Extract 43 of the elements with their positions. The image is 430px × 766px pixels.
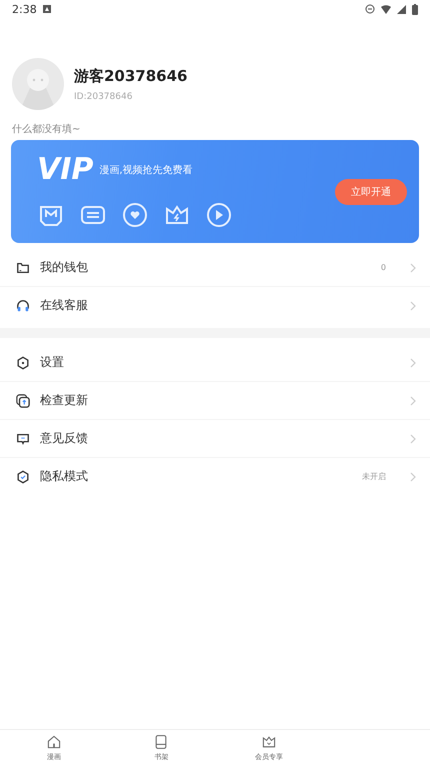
settings-icon xyxy=(16,356,30,370)
menu-value: 未开启 xyxy=(362,471,386,482)
update-icon xyxy=(16,394,30,408)
vip-logo: VIP xyxy=(37,154,94,184)
menu-label: 设置 xyxy=(40,354,65,371)
home-icon xyxy=(46,734,62,750)
book-icon xyxy=(153,734,170,750)
status-time: 2:38 xyxy=(12,2,37,16)
menu-item[interactable]: 在线客服 xyxy=(0,287,430,324)
dnd-icon xyxy=(365,4,375,14)
chevron-icon xyxy=(410,358,416,368)
chevron-icon xyxy=(410,472,416,482)
wifi-icon xyxy=(381,4,391,14)
menu-label: 隐私模式 xyxy=(40,468,89,485)
menu-item[interactable]: 我的钱包 0 xyxy=(0,249,430,287)
folder-icon xyxy=(16,260,30,274)
menu-label: 意见反馈 xyxy=(40,430,89,447)
menu-item[interactable]: 设置 xyxy=(0,344,430,382)
menu-item[interactable]: 意见反馈 xyxy=(0,420,430,458)
heart-perk-icon xyxy=(121,200,149,228)
chevron-icon xyxy=(410,262,416,272)
user-name: 游客20378646 xyxy=(74,66,188,86)
notification-icon xyxy=(42,5,51,13)
menu-label: 我的钱包 xyxy=(40,259,89,276)
shield-icon xyxy=(16,470,30,484)
chevron-icon xyxy=(410,434,416,444)
signal-icon xyxy=(397,4,406,14)
chevron-icon xyxy=(410,300,416,310)
message-icon xyxy=(16,432,30,446)
play-perk-icon xyxy=(205,200,233,228)
menu-item[interactable]: 隐私模式 未开启 xyxy=(0,458,430,495)
menu-item[interactable]: 检查更新 xyxy=(0,382,430,420)
menu-value: 0 xyxy=(380,263,386,272)
user-bio: 什么都没有填~ xyxy=(11,122,82,137)
chevron-icon xyxy=(410,396,416,406)
battery-icon xyxy=(412,4,418,14)
user-id: ID:20378646 xyxy=(74,92,134,102)
menu-label: 在线客服 xyxy=(40,297,89,314)
avatar[interactable] xyxy=(12,58,64,110)
menu-label: 检查更新 xyxy=(40,392,89,409)
vip-slogan: 漫画,视频抢先免费看 xyxy=(99,164,193,176)
crown-icon xyxy=(260,734,277,750)
headphones-icon xyxy=(16,298,30,312)
